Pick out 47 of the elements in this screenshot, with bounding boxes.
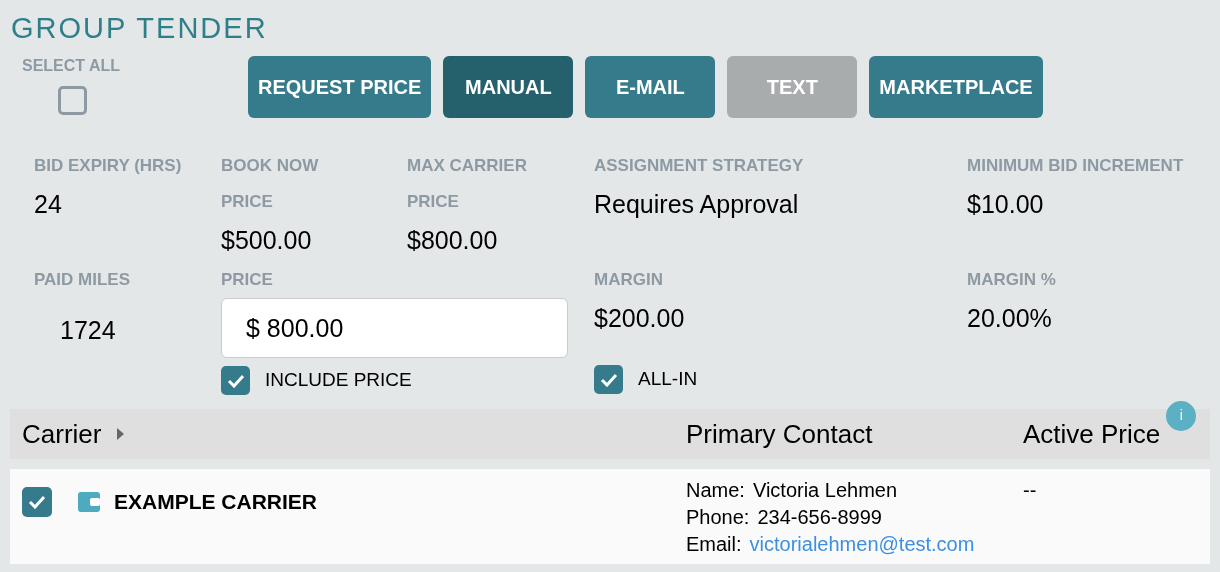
select-all-label: SELECT ALL xyxy=(22,56,122,76)
field-label: PAID MILES xyxy=(34,269,132,291)
action-button[interactable]: E-MAIL xyxy=(585,56,716,118)
action-button[interactable]: REQUEST PRICE xyxy=(248,56,432,118)
field-label: BID EXPIRY (HRS) xyxy=(34,155,183,177)
checkbox[interactable] xyxy=(58,86,87,115)
checkbox[interactable] xyxy=(22,487,52,517)
email-link[interactable]: victorialehmen@test.com xyxy=(749,531,975,558)
field-label: MINIMUM BID INCREMENT xyxy=(967,155,1185,177)
field-label: ASSIGNMENT STRATEGY xyxy=(594,155,805,177)
field-value: $10.00 xyxy=(967,189,1045,220)
contact-label: Email: xyxy=(686,532,742,557)
checkbox[interactable] xyxy=(594,365,623,394)
column-header: Primary Contact xyxy=(686,417,874,451)
checkbox[interactable] xyxy=(221,366,250,395)
checkmark-icon xyxy=(226,373,245,388)
checkmark-icon xyxy=(599,372,618,387)
caret-right-icon xyxy=(117,428,125,440)
field-label: MARGIN xyxy=(594,269,664,291)
checkbox-label: ALL-IN xyxy=(638,367,698,392)
active-price: -- xyxy=(1023,478,1038,503)
field-label: MARGIN % xyxy=(967,269,1057,291)
field-value: 1724 xyxy=(59,315,117,346)
field-value: $500.00 xyxy=(221,225,313,256)
field-value: 20.00% xyxy=(967,303,1053,334)
contact-value: Victoria Lehmen xyxy=(752,478,898,503)
carrier-name: EXAMPLE CARRIER xyxy=(114,489,318,516)
column-header: Active Price xyxy=(1023,417,1161,451)
field-value: $800.00 xyxy=(407,225,499,256)
wallet-icon xyxy=(78,492,100,512)
field-label: PRICE xyxy=(221,269,274,291)
price-field[interactable]: $ 800.00 xyxy=(221,298,568,358)
info-badge[interactable]: i xyxy=(1166,400,1197,431)
contact-label: Phone: xyxy=(686,505,750,530)
field-label: BOOK NOW PRICE xyxy=(221,155,320,213)
contact-value: 234-656-8999 xyxy=(757,505,882,530)
column-header[interactable]: Carrier xyxy=(22,414,102,454)
field-value: Requires Approval xyxy=(594,189,800,220)
action-button[interactable]: MARKETPLACE xyxy=(869,56,1043,118)
checkbox-label: INCLUDE PRICE xyxy=(265,368,412,393)
field-label: MAX CARRIER PRICE xyxy=(407,155,528,213)
contact-label: Name: xyxy=(686,478,745,503)
checkmark-icon xyxy=(28,495,46,509)
action-button[interactable]: MANUAL xyxy=(443,56,574,118)
field-value: $200.00 xyxy=(594,303,686,334)
field-value: 24 xyxy=(34,189,63,220)
page-title: GROUP TENDER xyxy=(10,11,269,46)
